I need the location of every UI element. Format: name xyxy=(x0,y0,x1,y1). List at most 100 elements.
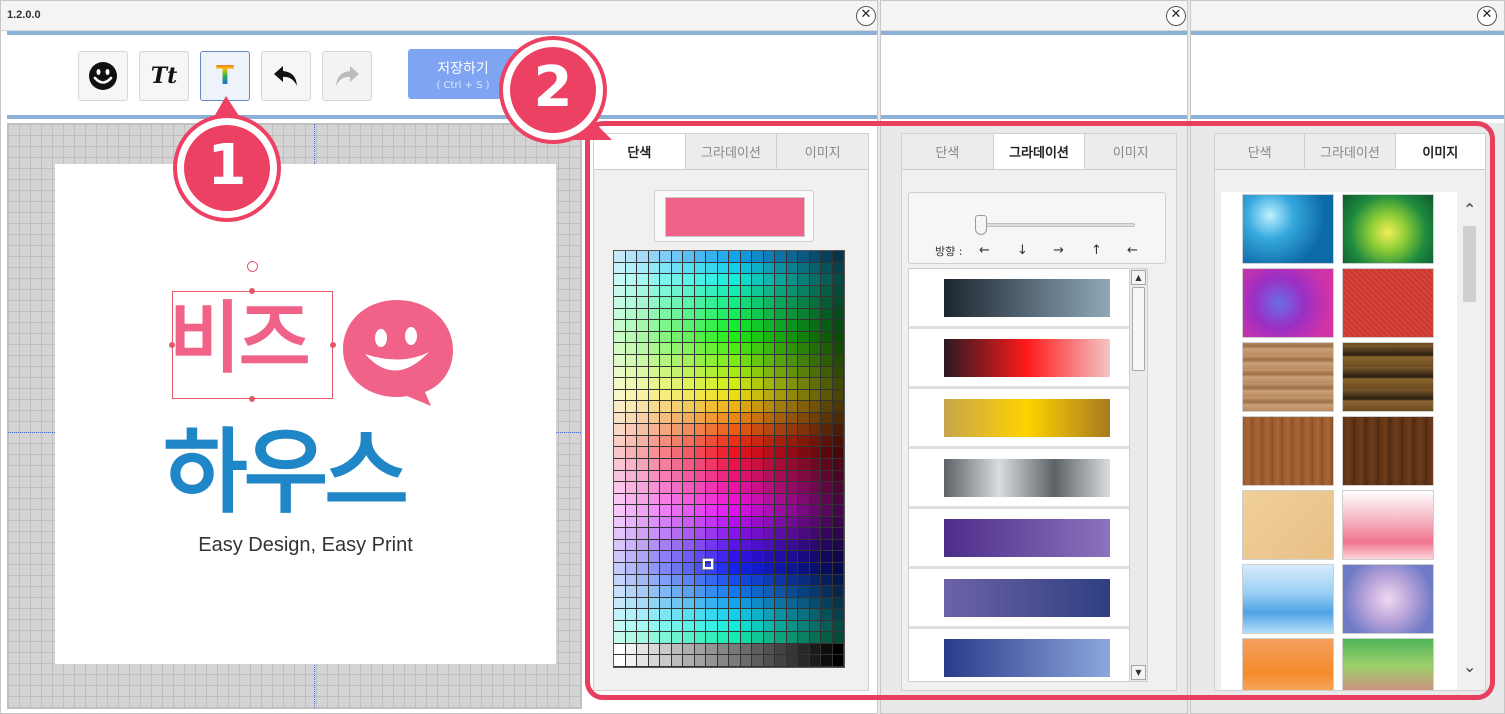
gradient-scrollbar[interactable]: ▲ ▼ xyxy=(1129,269,1147,681)
palette-cell[interactable] xyxy=(648,251,660,263)
palette-cell[interactable] xyxy=(740,389,752,402)
palette-cell[interactable] xyxy=(752,574,764,587)
palette-cell[interactable] xyxy=(706,620,718,633)
palette-cell[interactable] xyxy=(798,251,810,263)
palette-cell[interactable] xyxy=(729,632,741,644)
palette-cell[interactable] xyxy=(625,412,637,425)
palette-cell[interactable] xyxy=(775,597,787,610)
palette-cell[interactable] xyxy=(717,331,729,344)
direction-right-arrow[interactable]: → xyxy=(1053,243,1064,258)
palette-cell[interactable] xyxy=(821,516,833,529)
palette-cell[interactable] xyxy=(729,366,741,379)
palette-cell[interactable] xyxy=(821,447,833,459)
palette-cell[interactable] xyxy=(614,389,626,402)
palette-cell[interactable] xyxy=(637,470,649,483)
palette-cell[interactable] xyxy=(809,505,821,517)
palette-cell[interactable] xyxy=(614,563,626,575)
palette-cell[interactable] xyxy=(832,563,844,575)
scroll-down-arrow[interactable]: ▼ xyxy=(1131,665,1146,680)
palette-cell[interactable] xyxy=(614,493,626,506)
tab-solid[interactable]: 단색 xyxy=(1215,134,1306,169)
palette-cell[interactable] xyxy=(752,435,764,448)
palette-cell[interactable] xyxy=(683,597,695,610)
palette-cell[interactable] xyxy=(671,643,683,656)
palette-cell[interactable] xyxy=(798,447,810,459)
palette-cell[interactable] xyxy=(637,563,649,575)
palette-cell[interactable] xyxy=(729,620,741,633)
palette-cell[interactable] xyxy=(752,343,764,355)
palette-cell[interactable] xyxy=(717,424,729,436)
palette-cell[interactable] xyxy=(763,632,775,644)
palette-cell[interactable] xyxy=(614,320,626,332)
palette-cell[interactable] xyxy=(809,389,821,402)
palette-cell[interactable] xyxy=(752,355,764,367)
palette-cell[interactable] xyxy=(798,643,810,656)
scroll-down-icon[interactable]: ⌄ xyxy=(1463,657,1476,676)
palette-cell[interactable] xyxy=(775,609,787,621)
palette-cell[interactable] xyxy=(683,586,695,598)
palette-cell[interactable] xyxy=(717,320,729,332)
palette-cell[interactable] xyxy=(706,320,718,332)
artboard[interactable]: 비즈 하우스 Easy Design, Easy Print xyxy=(55,164,556,664)
palette-cell[interactable] xyxy=(706,274,718,286)
palette-cell[interactable] xyxy=(706,331,718,344)
palette-cell[interactable] xyxy=(648,424,660,436)
palette-cell[interactable] xyxy=(775,435,787,448)
palette-cell[interactable] xyxy=(683,355,695,367)
palette-cell[interactable] xyxy=(832,274,844,286)
palette-cell[interactable] xyxy=(752,331,764,344)
palette-cell[interactable] xyxy=(821,632,833,644)
palette-cell[interactable] xyxy=(614,551,626,563)
palette-cell[interactable] xyxy=(763,655,775,667)
direction-down-arrow[interactable]: ↓ xyxy=(1017,243,1028,258)
palette-cell[interactable] xyxy=(717,389,729,402)
palette-cell[interactable] xyxy=(729,574,741,587)
palette-cell[interactable] xyxy=(625,609,637,621)
palette-cell[interactable] xyxy=(683,574,695,587)
palette-cell[interactable] xyxy=(683,435,695,448)
palette-cell[interactable] xyxy=(763,366,775,379)
palette-cell[interactable] xyxy=(752,412,764,425)
palette-cell[interactable] xyxy=(763,539,775,552)
palette-cell[interactable] xyxy=(832,308,844,321)
palette-cell[interactable] xyxy=(786,424,798,436)
palette-cell[interactable] xyxy=(660,297,672,309)
palette-cell[interactable] xyxy=(832,643,844,656)
palette-cell[interactable] xyxy=(740,551,752,563)
palette-cell[interactable] xyxy=(694,308,706,321)
palette-cell[interactable] xyxy=(740,609,752,621)
palette-cell[interactable] xyxy=(660,597,672,610)
palette-cell[interactable] xyxy=(660,470,672,483)
palette-cell[interactable] xyxy=(625,343,637,355)
palette-cell[interactable] xyxy=(763,493,775,506)
palette-cell[interactable] xyxy=(694,482,706,494)
palette-cell[interactable] xyxy=(694,574,706,587)
palette-cell[interactable] xyxy=(614,262,626,275)
palette-cell[interactable] xyxy=(671,366,683,379)
angle-slider-track[interactable] xyxy=(979,223,1135,227)
palette-cell[interactable] xyxy=(706,366,718,379)
palette-cell[interactable] xyxy=(775,320,787,332)
palette-cell[interactable] xyxy=(625,251,637,263)
palette-cell[interactable] xyxy=(694,459,706,471)
palette-cell[interactable] xyxy=(752,493,764,506)
palette-cell[interactable] xyxy=(763,331,775,344)
texture-brown-wood[interactable] xyxy=(1242,416,1334,486)
palette-cell[interactable] xyxy=(637,274,649,286)
palette-cell[interactable] xyxy=(798,574,810,587)
palette-cell[interactable] xyxy=(625,447,637,459)
palette-cell[interactable] xyxy=(832,609,844,621)
palette-cell[interactable] xyxy=(683,447,695,459)
palette-cell[interactable] xyxy=(660,424,672,436)
palette-cell[interactable] xyxy=(821,401,833,413)
palette-cell[interactable] xyxy=(740,401,752,413)
palette-cell[interactable] xyxy=(821,320,833,332)
palette-cell[interactable] xyxy=(798,308,810,321)
palette-cell[interactable] xyxy=(763,262,775,275)
palette-cell[interactable] xyxy=(763,412,775,425)
palette-cell[interactable] xyxy=(694,262,706,275)
palette-cell[interactable] xyxy=(740,320,752,332)
palette-cell[interactable] xyxy=(660,632,672,644)
palette-cell[interactable] xyxy=(648,516,660,529)
gradient-option[interactable] xyxy=(909,329,1131,389)
